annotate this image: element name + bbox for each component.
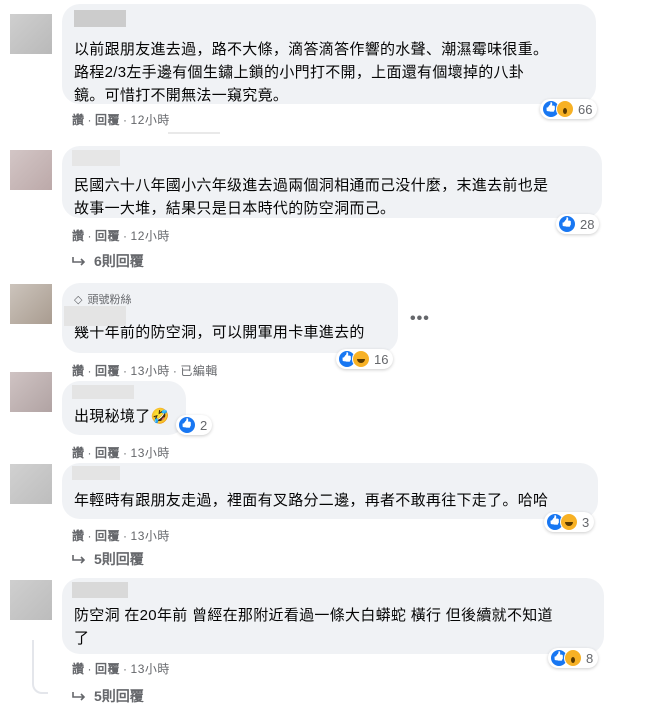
divider [168,132,220,134]
edited-label[interactable]: 已編輯 [180,364,218,378]
badge-label: 頭號粉絲 [87,294,132,306]
comment-text: 年輕時有跟朋友走過，裡面有叉路分二邊，再者不敢再往下走了。哈哈 [74,492,549,509]
reply-link[interactable]: 回覆 [95,529,120,543]
reaction-count: 66 [578,101,593,117]
comment-text: 民國六十八年國小六年级進去過兩個洞相通而己没什麼，末進去前也是 故事一大堆，結果… [74,177,549,217]
comment-bubble: 防空洞 在20年前 曾經在那附近看過一條大白蟒蛇 橫行 但後續就不知道 了 [62,578,604,654]
comment-actions: 讚 · 回覆 · 12小時 [72,113,170,127]
author-name-redacted[interactable] [74,10,126,27]
comment-actions: 讚 · 回覆 · 13小時 [72,662,170,676]
reply-link[interactable]: 回覆 [95,229,120,243]
comment-actions: 讚 · 回覆 · 12小時 [72,229,170,243]
reaction-summary[interactable]: 28 [556,214,600,234]
avatar[interactable] [10,284,52,324]
reaction-summary[interactable]: 66 [540,99,598,119]
view-replies-link[interactable]: 6則回覆 [72,251,144,271]
haha-icon [352,350,370,368]
author-name-redacted[interactable] [72,385,134,399]
replies-label[interactable]: 5則回覆 [94,686,144,706]
comment-text: 以前跟朋友進去過，路不大條，滴答滴答作響的水聲、潮濕霉味很重。 路程2/3左手邊… [74,41,549,104]
timestamp[interactable]: 12小時 [131,229,170,243]
timestamp[interactable]: 13小時 [131,662,170,676]
diamond-icon: ◇ [74,293,83,306]
comment-actions: 讚 · 回覆 · 13小時 [72,446,170,460]
reaction-summary[interactable]: 3 [544,512,595,532]
wow-icon [556,100,574,118]
comment-actions: 讚 · 回覆 · 13小時 · 已編輯 [72,364,218,378]
replies-label[interactable]: 5則回覆 [94,549,144,569]
like-link[interactable]: 讚 [72,113,85,127]
timestamp[interactable]: 12小時 [131,113,170,127]
like-link[interactable]: 讚 [72,662,85,676]
comment-actions: 讚 · 回覆 · 13小時 [72,529,170,543]
thread-line [32,640,48,694]
reaction-count: 16 [374,351,389,367]
like-link[interactable]: 讚 [72,364,85,378]
author-name-redacted[interactable] [72,466,120,480]
like-link[interactable]: 讚 [72,229,85,243]
more-horizontal-icon[interactable]: ••• [410,310,430,328]
reply-arrow-icon [72,691,86,701]
reaction-count: 2 [200,417,208,433]
avatar[interactable] [10,14,52,54]
like-link[interactable]: 讚 [72,446,85,460]
reply-arrow-icon [72,256,86,266]
author-name-redacted[interactable] [72,582,128,598]
author-name-redacted[interactable] [64,306,126,326]
view-replies-link[interactable]: 5則回覆 [72,549,144,569]
reaction-summary[interactable]: 8 [548,648,599,668]
like-icon [558,215,576,233]
reply-link[interactable]: 回覆 [95,446,120,460]
top-fan-badge: ◇ 頭號粉絲 [74,291,386,307]
avatar[interactable] [10,372,52,412]
replies-label[interactable]: 6則回覆 [94,251,144,271]
avatar[interactable] [10,150,52,190]
avatar[interactable] [10,580,52,620]
reaction-count: 8 [586,650,594,666]
like-link[interactable]: 讚 [72,529,85,543]
comment-bubble: 年輕時有跟朋友走過，裡面有叉路分二邊，再者不敢再往下走了。哈哈 [62,463,598,519]
reaction-summary[interactable]: 16 [336,349,394,369]
comment-text: 防空洞 在20年前 曾經在那附近看過一條大白蟒蛇 橫行 但後續就不知道 了 [74,607,553,647]
reply-link[interactable]: 回覆 [95,364,120,378]
view-replies-link[interactable]: 5則回覆 [72,686,144,706]
reply-arrow-icon [72,554,86,564]
reply-link[interactable]: 回覆 [95,113,120,127]
avatar[interactable] [10,464,52,504]
reply-link[interactable]: 回覆 [95,662,120,676]
reaction-count: 28 [580,216,595,232]
haha-icon [560,513,578,531]
timestamp[interactable]: 13小時 [131,364,170,378]
like-icon [178,416,196,434]
wow-icon [564,649,582,667]
comment-bubble: 以前跟朋友進去過，路不大條，滴答滴答作響的水聲、潮濕霉味很重。 路程2/3左手邊… [62,4,596,104]
author-name-redacted[interactable] [72,150,120,166]
comment-text: 出現秘境了🤣 [74,408,170,425]
comment-bubble: 民國六十八年國小六年级進去過兩個洞相通而己没什麼，末進去前也是 故事一大堆，結果… [62,146,602,218]
reaction-summary[interactable]: 2 [176,415,213,435]
timestamp[interactable]: 13小時 [131,529,170,543]
reaction-count: 3 [582,514,590,530]
timestamp[interactable]: 13小時 [131,446,170,460]
